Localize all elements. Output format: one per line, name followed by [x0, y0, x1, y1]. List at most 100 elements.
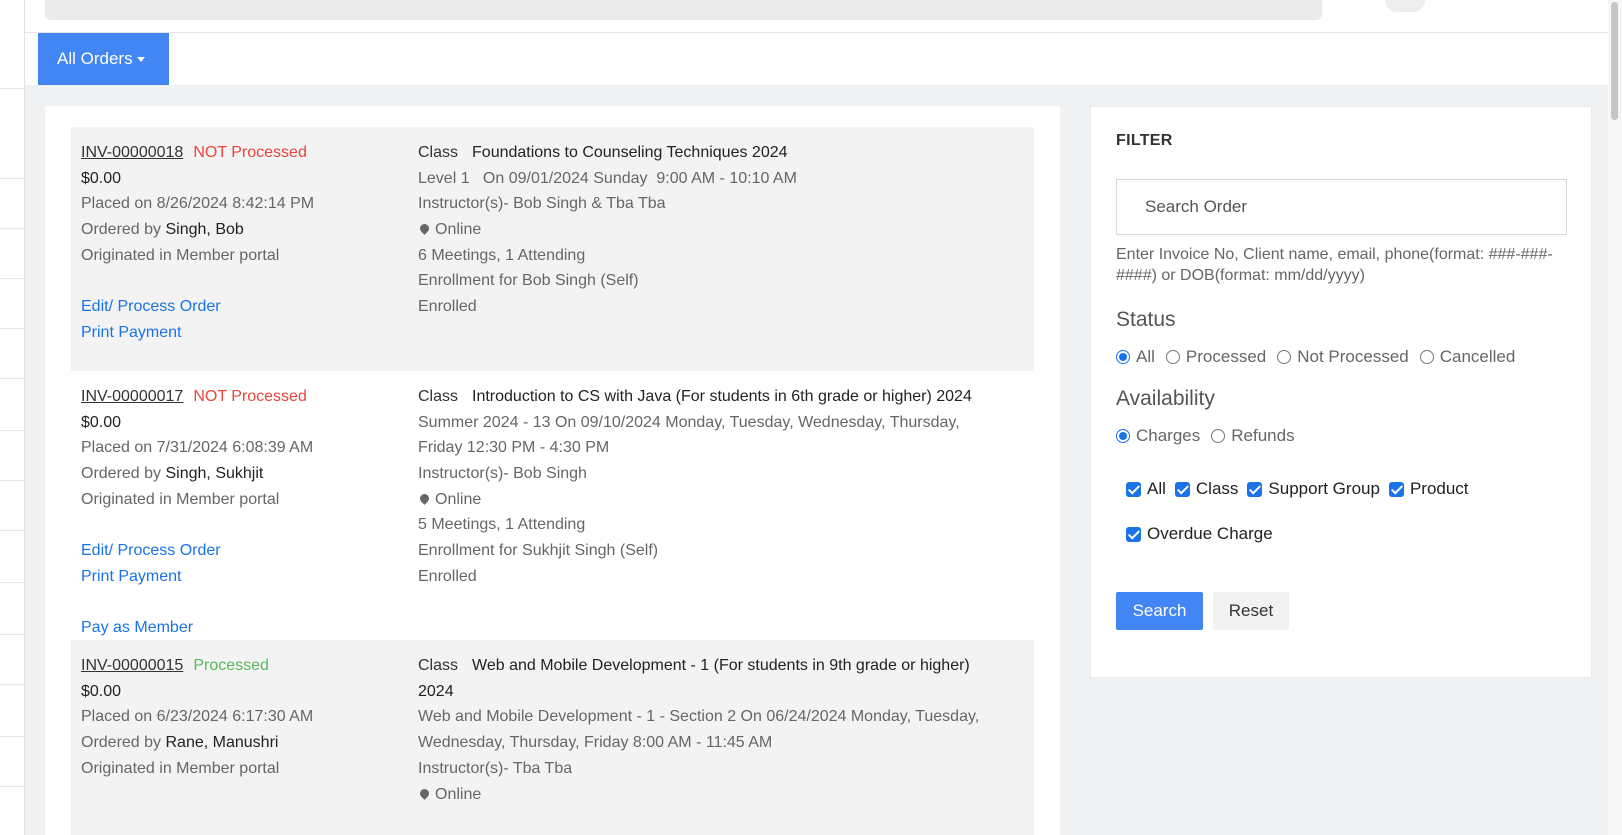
- radio-icon: [1419, 350, 1434, 364]
- map-marker-icon: [418, 491, 431, 505]
- location: Online: [435, 490, 482, 508]
- checkbox-checked-icon: [1247, 481, 1263, 497]
- map-marker-icon: [418, 222, 431, 235]
- status-heading: Status: [1116, 308, 1176, 331]
- availability-radio-charges[interactable]: Charges: [1116, 426, 1200, 446]
- caret-down-icon: [136, 57, 145, 63]
- invoice-number[interactable]: INV-00000015: [81, 657, 183, 674]
- type-checkbox-overdue-charge[interactable]: Overdue Charge: [1126, 524, 1273, 544]
- availability-radio-refunds[interactable]: Refunds: [1211, 426, 1295, 446]
- order-card: INV-00000017 NOT Processed $0.00 Placed o…: [71, 371, 1034, 640]
- filter-title: FILTER: [1116, 132, 1173, 149]
- order-card: INV-00000015 Processed $0.00 Placed on 6/…: [71, 640, 1034, 835]
- ordered-by-name: Singh, Bob: [165, 221, 244, 239]
- instructors: Instructor(s)- Bob Singh: [418, 465, 587, 483]
- status-option-label: Processed: [1185, 347, 1267, 366]
- item-type: Class: [418, 144, 459, 161]
- type-checkbox-product[interactable]: Product: [1388, 479, 1469, 499]
- search-button[interactable]: Search: [1116, 592, 1203, 630]
- checkbox-checked-icon: [1126, 481, 1141, 497]
- all-orders-dropdown-button[interactable]: All Orders: [38, 33, 169, 85]
- type-checkbox-all[interactable]: All: [1126, 479, 1166, 499]
- location: Online: [435, 221, 482, 239]
- instructors: Instructor(s)- Bob Singh & Tba Tba: [418, 195, 666, 213]
- print-payment-link[interactable]: Print Payment: [81, 320, 411, 346]
- order-origin: Originated in Member portal: [81, 246, 280, 264]
- status-radio-all[interactable]: All: [1116, 347, 1155, 367]
- type-checkbox-class[interactable]: Class: [1174, 479, 1239, 499]
- class-schedule: Level 1 On 09/01/2024 Sunday 9:00 AM - 1…: [418, 169, 797, 187]
- instructors: Instructor(s)- Tba Tba: [418, 759, 573, 777]
- radio-selected-icon: [1116, 350, 1130, 364]
- ordered-by-label: Ordered by: [81, 221, 162, 239]
- ordered-by-label: Ordered by: [81, 465, 162, 483]
- order-amount: $0.00: [81, 682, 122, 700]
- top-bar: [25, 0, 1608, 33]
- type-option-label: Class: [1195, 479, 1239, 498]
- enrollment-info: Enrollment for Sukhjit Singh (Self): [418, 542, 659, 560]
- enrollment-info: Enrollment for Bob Singh (Self): [418, 272, 639, 290]
- location: Online: [435, 785, 482, 803]
- status-radio-not-processed[interactable]: Not Processed: [1277, 347, 1409, 367]
- radio-icon: [1277, 350, 1292, 364]
- radio-icon: [1165, 350, 1180, 364]
- order-card: INV-00000018 NOT Processed $0.00 Placed o…: [71, 127, 1034, 371]
- invoice-number[interactable]: INV-00000017: [81, 388, 183, 405]
- placed-date: Placed on 8/26/2024 8:42:14 PM: [81, 195, 315, 213]
- edit-process-order-link[interactable]: Edit/ Process Order: [81, 538, 411, 564]
- edit-process-order-link[interactable]: Edit/ Process Order: [81, 294, 411, 320]
- type-checkbox-support-group[interactable]: Support Group: [1247, 479, 1380, 499]
- invoice-number[interactable]: INV-00000018: [81, 144, 183, 161]
- item-type: Class: [418, 657, 459, 674]
- status-badge: Processed: [193, 657, 269, 674]
- availability-radio-group: Charges Refunds: [1116, 426, 1306, 446]
- order-amount: $0.00: [81, 413, 122, 431]
- meetings-count: 6 Meetings, 1 Attending: [418, 246, 586, 264]
- class-schedule: Summer 2024 - 13 On 09/10/2024 Monday, T…: [418, 413, 960, 457]
- avatar[interactable]: [1385, 0, 1425, 12]
- filter-panel: FILTER Enter Invoice No, Client name, em…: [1090, 106, 1592, 678]
- order-origin: Originated in Member portal: [81, 759, 280, 777]
- item-title: Foundations to Counseling Techniques 202…: [472, 144, 788, 161]
- map-marker-icon: [418, 786, 431, 800]
- meetings-count: 5 Meetings, 1 Attending: [418, 516, 586, 534]
- placed-date: Placed on 7/31/2024 6:08:39 AM: [81, 439, 314, 457]
- search-order-input[interactable]: [1116, 179, 1567, 235]
- type-option-label: Product: [1409, 479, 1469, 498]
- print-payment-link[interactable]: Print Payment: [81, 564, 411, 590]
- radio-icon: [1211, 429, 1226, 443]
- sub-toolbar: All Orders: [25, 33, 1608, 85]
- type-option-label: Overdue Charge: [1147, 524, 1273, 543]
- item-title: Introduction to CS with Java (For studen…: [472, 388, 972, 405]
- enrollment-status: Enrolled: [418, 298, 477, 316]
- availability-option-label: Refunds: [1231, 426, 1295, 445]
- scrollbar-thumb[interactable]: [1611, 2, 1618, 120]
- ordered-by-name: Rane, Manushri: [165, 734, 279, 752]
- type-option-label: All: [1147, 479, 1166, 498]
- reset-button[interactable]: Reset: [1213, 592, 1289, 630]
- item-type: Class: [418, 388, 459, 405]
- status-option-label: Cancelled: [1439, 347, 1516, 366]
- search-hint: Enter Invoice No, Client name, email, ph…: [1116, 246, 1553, 284]
- status-option-label: Not Processed: [1297, 347, 1409, 366]
- global-search-input[interactable]: [45, 0, 1322, 20]
- radio-selected-icon: [1116, 429, 1130, 443]
- type-option-label: Support Group: [1268, 479, 1380, 498]
- enrollment-status: Enrolled: [418, 567, 477, 585]
- status-option-label: All: [1136, 347, 1155, 366]
- ordered-by-name: Singh, Sukhjit: [165, 465, 264, 483]
- scrollbar-track[interactable]: [1608, 0, 1622, 835]
- status-radio-cancelled[interactable]: Cancelled: [1419, 347, 1516, 367]
- availability-option-label: Charges: [1136, 426, 1201, 445]
- checkbox-checked-icon: [1126, 526, 1141, 542]
- class-schedule: Web and Mobile Development - 1 - Section…: [418, 708, 980, 752]
- orders-panel: INV-00000018 NOT Processed $0.00 Placed o…: [45, 106, 1060, 835]
- item-title: Web and Mobile Development - 1 (For stud…: [418, 657, 970, 700]
- checkbox-checked-icon: [1174, 481, 1190, 497]
- status-radio-processed[interactable]: Processed: [1165, 347, 1267, 367]
- order-origin: Originated in Member portal: [81, 490, 280, 508]
- availability-heading: Availability: [1116, 387, 1215, 410]
- type-checkbox-row: All Class Support Group Product: [1126, 479, 1478, 499]
- checkbox-checked-icon: [1388, 481, 1404, 497]
- pay-as-member-link[interactable]: Pay as Member: [81, 615, 411, 641]
